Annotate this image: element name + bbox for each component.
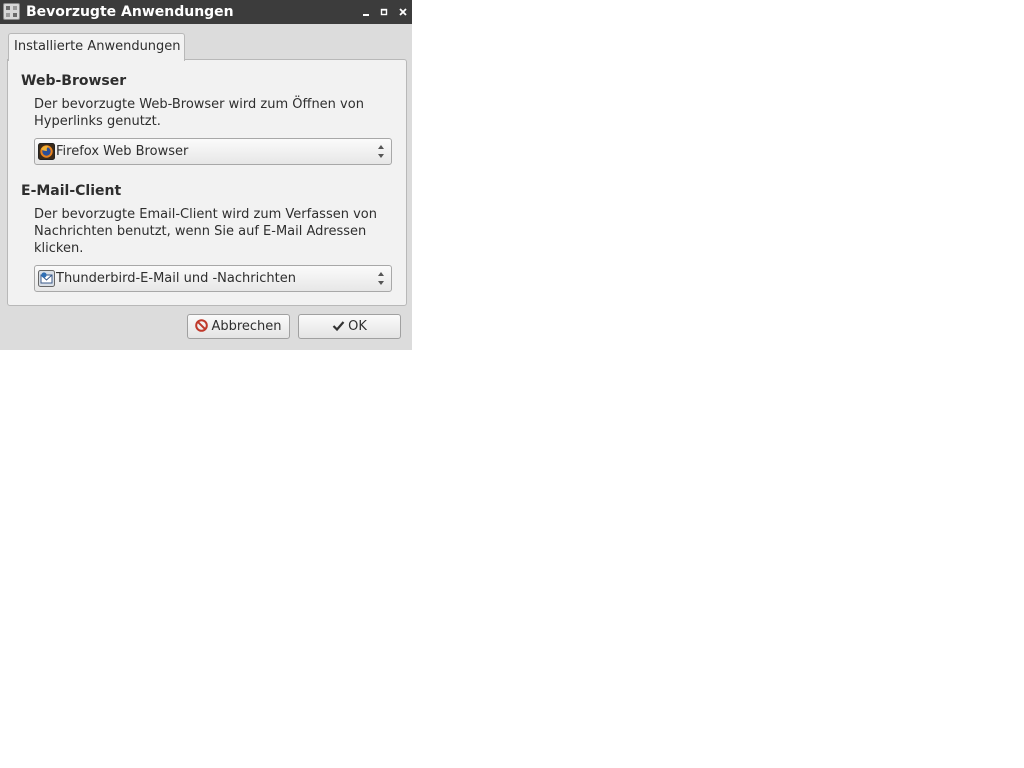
maximize-button[interactable] [376, 4, 392, 20]
firefox-icon [38, 143, 55, 160]
mail-client-description-line: Der bevorzugte Email-Client wird zum Ver… [34, 207, 377, 222]
titlebar[interactable]: Bevorzugte Anwendungen [0, 0, 412, 24]
minimize-button[interactable] [358, 4, 374, 20]
thunderbird-icon [38, 270, 55, 287]
ok-button-label: OK [348, 319, 367, 334]
mail-client-description: Der bevorzugte Email-Client wird zum Ver… [34, 206, 377, 257]
installed-applications-panel: Web-Browser Der bevorzugte Web-Browser w… [7, 59, 407, 306]
cancel-icon [195, 319, 209, 332]
mail-client-description-line: Nachrichten benutzt, wenn Sie auf E-Mail… [34, 224, 367, 239]
mail-client-heading: E-Mail-Client [21, 183, 122, 199]
mail-client-select[interactable]: Thunderbird-E-Mail und -Nachrichten [34, 265, 392, 292]
window-title: Bevorzugte Anwendungen [26, 4, 234, 20]
preferred-applications-icon [3, 3, 20, 20]
updown-arrows-icon [377, 270, 385, 287]
close-icon [399, 8, 407, 16]
updown-arrows-icon [377, 143, 385, 160]
mail-client-description-line: klicken. [34, 241, 84, 256]
cancel-button-label: Abbrechen [211, 319, 282, 334]
minimize-icon [363, 14, 369, 16]
cancel-button[interactable]: Abbrechen [187, 314, 290, 339]
web-browser-heading: Web-Browser [21, 73, 127, 89]
checkmark-icon [332, 321, 345, 332]
ok-button[interactable]: OK [298, 314, 401, 339]
tab-installed-applications[interactable]: Installierte Anwendungen [8, 33, 185, 61]
web-browser-description-line: Der bevorzugte Web-Browser wird zum Öffn… [34, 97, 364, 112]
web-browser-select[interactable]: Firefox Web Browser [34, 138, 392, 165]
mail-client-selected-value: Thunderbird-E-Mail und -Nachrichten [56, 271, 296, 286]
web-browser-selected-value: Firefox Web Browser [56, 144, 189, 159]
maximize-icon [380, 8, 388, 16]
web-browser-description-line: Hyperlinks genutzt. [34, 114, 161, 129]
web-browser-description: Der bevorzugte Web-Browser wird zum Öffn… [34, 96, 364, 130]
preferred-applications-dialog: Bevorzugte Anwendungen Installierte Anwe… [0, 0, 412, 350]
close-button[interactable] [395, 4, 411, 20]
